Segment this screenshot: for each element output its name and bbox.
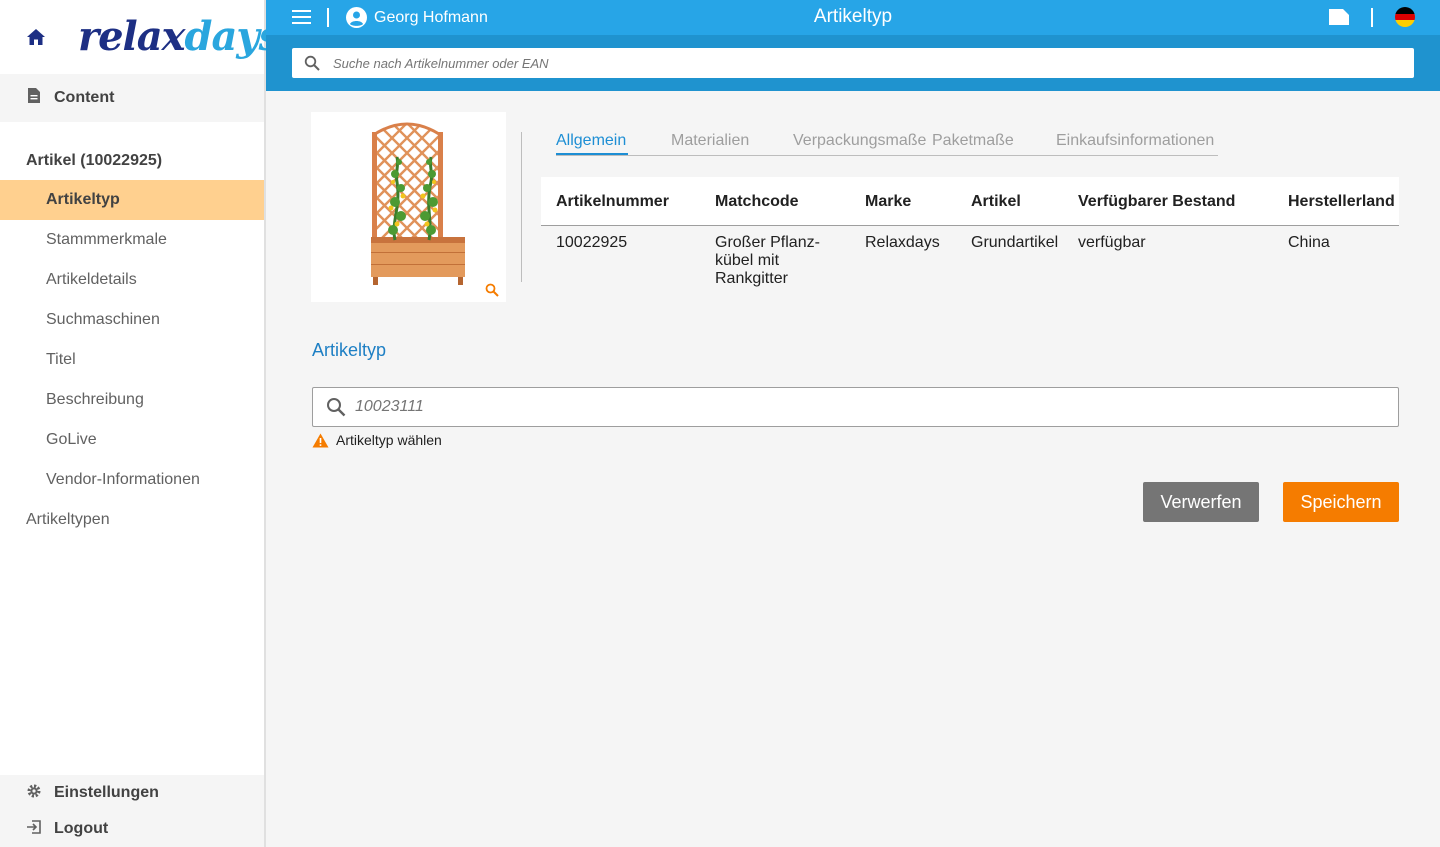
- brand-logo: relaxdays: [78, 13, 281, 60]
- logout-button[interactable]: Logout: [0, 811, 264, 847]
- cell-matchcode-line: kübel mit: [715, 252, 780, 269]
- tab-bar: Allgemein Materialien Verpackungsmaße Pa…: [556, 130, 1218, 156]
- gear-icon: [26, 783, 42, 804]
- article-info-table: Artikelnummer Matchcode Marke Artikel Ve…: [541, 177, 1399, 296]
- article-type-search-input[interactable]: [355, 398, 1355, 416]
- cell-herstellerland: China: [1288, 234, 1330, 251]
- column-header: Herstellerland: [1288, 193, 1395, 210]
- divider: [1371, 8, 1373, 27]
- settings-label: Einstellungen: [54, 784, 159, 801]
- tab-paketmasse[interactable]: Paketmaße: [932, 132, 1014, 150]
- search-icon: [326, 397, 346, 417]
- zoom-icon[interactable]: [485, 283, 499, 302]
- article-search-input[interactable]: [333, 55, 1333, 71]
- sidebar-item-stammmerkmale[interactable]: Stammmerkmale: [0, 220, 264, 260]
- sidebar-item-vendor-informationen[interactable]: Vendor-Informationen: [0, 460, 264, 500]
- sidebar-article-heading[interactable]: Artikel (10022925): [0, 122, 264, 180]
- discard-button[interactable]: Verwerfen: [1143, 482, 1259, 522]
- section-title: Artikeltyp: [312, 340, 387, 360]
- table-header: Artikelnummer Matchcode Marke Artikel Ve…: [541, 177, 1399, 226]
- tab-einkaufsinformationen[interactable]: Einkaufsinformationen: [1056, 132, 1214, 150]
- sidebar-item-artikeltypen[interactable]: Artikeltypen: [0, 500, 264, 540]
- column-header: Matchcode: [715, 193, 799, 210]
- logout-label: Logout: [54, 820, 109, 837]
- table-row: 10022925 Großer Pflanz- kübel mit Rankgi…: [541, 226, 1399, 296]
- settings-button[interactable]: Einstellungen: [0, 775, 264, 811]
- warning-text: Artikeltyp wählen: [336, 432, 442, 448]
- column-header: Verfügbarer Bestand: [1078, 193, 1236, 210]
- column-header: Marke: [865, 193, 912, 210]
- top-bar: Georg Hofmann Artikeltyp: [266, 0, 1440, 35]
- sidebar-item-golive[interactable]: GoLive: [0, 420, 264, 460]
- sidebar-item-beschreibung[interactable]: Beschreibung: [0, 380, 264, 420]
- article-type-search: [312, 387, 1399, 427]
- save-button[interactable]: Speichern: [1283, 482, 1399, 522]
- column-header: Artikelnummer: [556, 193, 669, 210]
- logo-row: relaxdays: [0, 0, 281, 74]
- warning-icon: [312, 433, 329, 448]
- logout-icon: [26, 819, 42, 840]
- product-image-graphic: [371, 122, 465, 285]
- search-band: [266, 35, 1440, 91]
- search-icon: [304, 55, 320, 71]
- sidebar-item-suchmaschinen[interactable]: Suchmaschinen: [0, 300, 264, 340]
- article-search: [292, 48, 1414, 78]
- cell-marke: Relaxdays: [865, 234, 940, 251]
- sidebar-item-titel[interactable]: Titel: [0, 340, 264, 380]
- sidebar: relaxdays Content Artikel (10022925) Art…: [0, 0, 281, 847]
- cell-matchcode-line: Rankgitter: [715, 270, 788, 287]
- cell-matchcode-line: Großer Pflanz-: [715, 234, 820, 251]
- cell-artikelnummer: 10022925: [556, 234, 628, 251]
- product-image[interactable]: [311, 112, 506, 302]
- sidebar-content-item[interactable]: Content: [0, 74, 264, 122]
- note-icon[interactable]: [1329, 9, 1349, 30]
- tab-verpackungsmasse[interactable]: Verpackungsmaße: [793, 132, 926, 150]
- active-tab-indicator: [556, 153, 628, 155]
- cell-matchcode: Großer Pflanz- kübel mit Rankgitter: [715, 234, 820, 288]
- sidebar-content-label: Content: [54, 89, 115, 106]
- column-header: Artikel: [971, 193, 1021, 210]
- tab-allgemein[interactable]: Allgemein: [556, 132, 626, 150]
- sidebar-item-artikeldetails[interactable]: Artikeldetails: [0, 260, 264, 300]
- validation-warning: Artikeltyp wählen: [312, 432, 442, 448]
- document-icon: [26, 87, 42, 109]
- language-flag-de-icon[interactable]: [1395, 7, 1415, 27]
- page-title: Artikeltyp: [813, 6, 893, 27]
- cell-artikel: Grundartikel: [971, 234, 1059, 251]
- cell-bestand: verfügbar: [1078, 234, 1146, 251]
- divider: [521, 132, 522, 282]
- sidebar-item-artikeltyp[interactable]: Artikeltyp: [0, 180, 264, 220]
- tab-materialien[interactable]: Materialien: [671, 132, 749, 150]
- home-icon[interactable]: [26, 26, 46, 48]
